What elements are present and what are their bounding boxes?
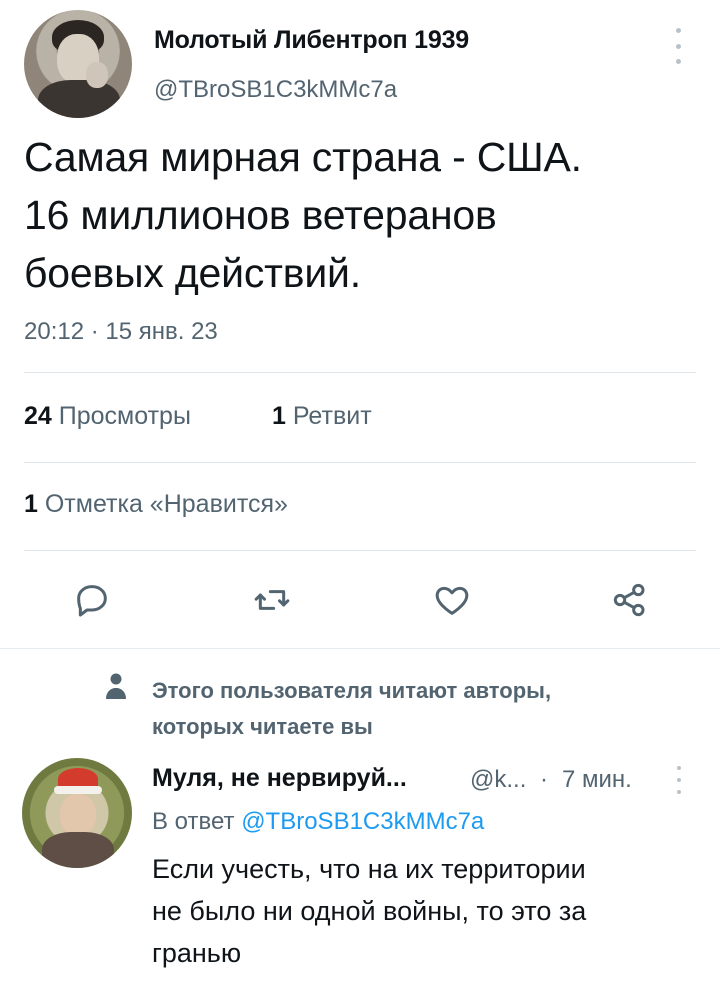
author-handle[interactable]: @TBroSB1C3kMMc7a	[154, 76, 397, 104]
share-icon	[613, 583, 645, 617]
like-icon	[435, 586, 469, 615]
person-icon	[104, 671, 128, 701]
reply-time[interactable]: 7 мин.	[562, 766, 632, 794]
reply-author-avatar[interactable]	[22, 758, 132, 868]
views-label: Просмотры	[58, 402, 191, 430]
section-divider	[0, 648, 720, 649]
social-context-text: Этого пользователя читают авторы, которы…	[152, 678, 552, 739]
reply-icon	[77, 585, 107, 617]
reply-to-line: В ответ @TBroSB1C3kMMc7a	[152, 808, 484, 836]
author-name[interactable]: Молотый Либентроп 1939	[154, 26, 469, 55]
retweets-label: Ретвит	[292, 402, 372, 430]
divider	[24, 462, 696, 463]
tweet-text: Самая мирная страна - США. 16 миллионов …	[24, 134, 582, 296]
like-button[interactable]	[432, 580, 472, 620]
author-avatar[interactable]	[24, 10, 132, 118]
divider	[24, 372, 696, 373]
reply-text: Если учесть, что на их территории не был…	[152, 854, 587, 968]
reply-to-prefix: В ответ	[152, 808, 235, 835]
reply-author-name[interactable]: Муля, не нервируй...	[152, 764, 407, 793]
divider	[24, 550, 696, 551]
tweet-timestamp[interactable]: 20:12 · 15 янв. 23	[24, 318, 218, 346]
reply-author-handle[interactable]: @k...	[470, 766, 526, 794]
reply-more-options-icon[interactable]	[674, 766, 684, 794]
reply-button[interactable]	[72, 580, 112, 620]
views-count: 24	[24, 402, 52, 430]
likes-stat[interactable]: 1 Отметка «Нравится»	[24, 490, 288, 519]
retweet-icon	[254, 590, 290, 610]
more-options-icon[interactable]	[672, 28, 684, 64]
views-stat[interactable]: 24 Просмотры	[24, 402, 191, 431]
share-button[interactable]	[610, 580, 650, 620]
reply-separator: ·	[540, 766, 548, 793]
retweets-count: 1	[272, 402, 286, 430]
reply-to-mention[interactable]: @TBroSB1C3kMMc7a	[241, 808, 484, 835]
retweet-button[interactable]	[252, 580, 292, 620]
likes-count: 1	[24, 490, 38, 518]
likes-label: Отметка «Нравится»	[44, 490, 288, 518]
retweets-stat[interactable]: 1 Ретвит	[272, 402, 372, 431]
